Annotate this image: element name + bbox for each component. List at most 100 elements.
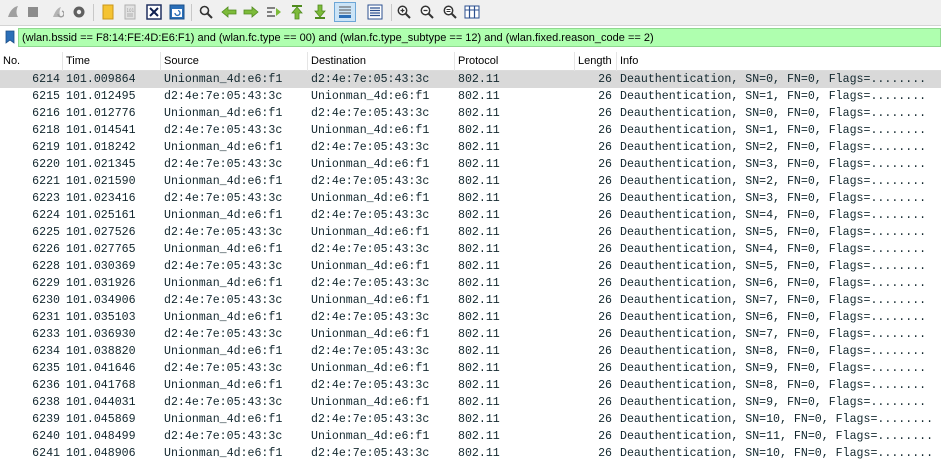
zoom-in-icon[interactable] [395, 3, 413, 21]
packet-row[interactable]: 6231 101.035103 Unionman_4d:e6:f1 d2:4e:7e:… [0, 309, 941, 326]
packet-length: 26 [598, 362, 612, 375]
packet-source: d2:4e:7e:05:43:3c [164, 226, 283, 239]
packet-destination: d2:4e:7e:05:43:3c [311, 345, 430, 358]
shark-fin-start-icon[interactable] [4, 3, 22, 21]
packet-info: Deauthentication, SN=2, FN=0, Flags=....… [620, 141, 927, 154]
packet-row[interactable]: 6241 101.048906 Unionman_4d:e6:f1 d2:4e:7e:… [0, 445, 941, 462]
go-forward-icon[interactable] [242, 3, 260, 21]
save-file-icon[interactable]: 101 [121, 3, 139, 21]
packet-row[interactable]: 6224 101.025161 Unionman_4d:e6:f1 d2:4e:7e:… [0, 207, 941, 224]
reload-file-icon[interactable] [168, 3, 186, 21]
packet-info: Deauthentication, SN=4, FN=0, Flags=....… [620, 243, 927, 256]
packet-row[interactable]: 6230 101.034906 d2:4e:7e:05:43:3c Unionman_… [0, 292, 941, 309]
packet-destination: d2:4e:7e:05:43:3c [311, 175, 430, 188]
display-filter-input[interactable] [18, 28, 941, 47]
bookmark-filter-icon[interactable] [2, 29, 17, 45]
packet-time: 101.038820 [66, 345, 136, 358]
packet-row[interactable]: 6226 101.027765 Unionman_4d:e6:f1 d2:4e:7e:… [0, 241, 941, 258]
packet-row[interactable]: 6236 101.041768 Unionman_4d:e6:f1 d2:4e:7e:… [0, 377, 941, 394]
restart-capture-icon[interactable] [48, 3, 66, 21]
packet-row[interactable]: 6223 101.023416 d2:4e:7e:05:43:3c Unionman_… [0, 190, 941, 207]
packet-row[interactable]: 6225 101.027526 d2:4e:7e:05:43:3c Unionman_… [0, 224, 941, 241]
packet-protocol: 802.11 [458, 396, 500, 409]
packet-number: 6236 [32, 379, 60, 392]
packet-length: 26 [598, 124, 612, 137]
packet-row[interactable]: 6214 101.009864 Unionman_4d:e6:f1 d2:4e:7e:… [0, 71, 941, 88]
packet-destination: Unionman_4d:e6:f1 [311, 396, 430, 409]
packet-time: 101.041646 [66, 362, 136, 375]
packet-protocol: 802.11 [458, 107, 500, 120]
packet-protocol: 802.11 [458, 413, 500, 426]
column-header-protocol[interactable]: Protocol [455, 52, 575, 71]
packet-number: 6235 [32, 362, 60, 375]
packet-source: d2:4e:7e:05:43:3c [164, 124, 283, 137]
packet-protocol: 802.11 [458, 124, 500, 137]
packet-info: Deauthentication, SN=5, FN=0, Flags=....… [620, 260, 927, 273]
packet-number: 6231 [32, 311, 60, 324]
column-header-length[interactable]: Length [575, 52, 617, 71]
packet-destination: d2:4e:7e:05:43:3c [311, 277, 430, 290]
colorize-icon[interactable] [364, 3, 386, 21]
packet-info: Deauthentication, SN=0, FN=0, Flags=....… [620, 73, 927, 86]
packet-list[interactable]: 6214 101.009864 Unionman_4d:e6:f1 d2:4e:7e:… [0, 71, 941, 466]
packet-row[interactable]: 6228 101.030369 d2:4e:7e:05:43:3c Unionman_… [0, 258, 941, 275]
packet-row[interactable]: 6233 101.036930 d2:4e:7e:05:43:3c Unionman_… [0, 326, 941, 343]
packet-source: d2:4e:7e:05:43:3c [164, 260, 283, 273]
packet-source: Unionman_4d:e6:f1 [164, 311, 283, 324]
packet-row[interactable]: 6215 101.012495 d2:4e:7e:05:43:3c Unionman_… [0, 88, 941, 105]
packet-number: 6218 [32, 124, 60, 137]
go-to-packet-icon[interactable] [265, 3, 283, 21]
go-first-packet-icon[interactable] [288, 3, 306, 21]
packet-source: Unionman_4d:e6:f1 [164, 447, 283, 460]
go-back-icon[interactable] [220, 3, 238, 21]
open-file-icon[interactable] [99, 3, 117, 21]
packet-source: Unionman_4d:e6:f1 [164, 175, 283, 188]
column-header-time[interactable]: Time [63, 52, 161, 71]
find-packet-icon[interactable] [197, 3, 215, 21]
normal-size-icon[interactable] [441, 3, 459, 21]
packet-row[interactable]: 6235 101.041646 d2:4e:7e:05:43:3c Unionman_… [0, 360, 941, 377]
packet-destination: d2:4e:7e:05:43:3c [311, 73, 430, 86]
packet-destination: Unionman_4d:e6:f1 [311, 226, 430, 239]
packet-destination: d2:4e:7e:05:43:3c [311, 311, 430, 324]
packet-row[interactable]: 6219 101.018242 Unionman_4d:e6:f1 d2:4e:7e:… [0, 139, 941, 156]
packet-row[interactable]: 6216 101.012776 Unionman_4d:e6:f1 d2:4e:7e:… [0, 105, 941, 122]
packet-destination: Unionman_4d:e6:f1 [311, 124, 430, 137]
column-header-source[interactable]: Source [161, 52, 308, 71]
packet-number: 6239 [32, 413, 60, 426]
main-toolbar: 101 [0, 0, 941, 26]
resize-columns-icon[interactable] [463, 3, 481, 21]
packet-row[interactable]: 6221 101.021590 Unionman_4d:e6:f1 d2:4e:7e:… [0, 173, 941, 190]
capture-options-icon[interactable] [70, 3, 88, 21]
packet-row[interactable]: 6238 101.044031 d2:4e:7e:05:43:3c Unionman_… [0, 394, 941, 411]
column-header-destination[interactable]: Destination [308, 52, 455, 71]
zoom-out-icon[interactable] [418, 3, 436, 21]
packet-row[interactable]: 6239 101.045869 Unionman_4d:e6:f1 d2:4e:7e:… [0, 411, 941, 428]
packet-destination: Unionman_4d:e6:f1 [311, 294, 430, 307]
packet-row[interactable]: 6218 101.014541 d2:4e:7e:05:43:3c Unionman_… [0, 122, 941, 139]
packet-row[interactable]: 6229 101.031926 Unionman_4d:e6:f1 d2:4e:7e:… [0, 275, 941, 292]
packet-destination: Unionman_4d:e6:f1 [311, 90, 430, 103]
go-last-packet-icon[interactable] [311, 3, 329, 21]
packet-length: 26 [598, 396, 612, 409]
packet-row[interactable]: 6240 101.048499 d2:4e:7e:05:43:3c Unionman_… [0, 428, 941, 445]
packet-row[interactable]: 6234 101.038820 Unionman_4d:e6:f1 d2:4e:7e:… [0, 343, 941, 360]
packet-info: Deauthentication, SN=1, FN=0, Flags=....… [620, 90, 927, 103]
packet-time: 101.023416 [66, 192, 136, 205]
packet-info: Deauthentication, SN=8, FN=0, Flags=....… [620, 345, 927, 358]
packet-row[interactable]: 6220 101.021345 d2:4e:7e:05:43:3c Unionman_… [0, 156, 941, 173]
packet-source: Unionman_4d:e6:f1 [164, 107, 283, 120]
packet-length: 26 [598, 294, 612, 307]
packet-number: 6224 [32, 209, 60, 222]
packet-protocol: 802.11 [458, 192, 500, 205]
stop-capture-icon[interactable] [24, 3, 42, 21]
column-header-no[interactable]: No. [0, 52, 63, 71]
display-filter-bar [0, 27, 941, 48]
autoscroll-icon[interactable] [334, 2, 356, 22]
column-header-info[interactable]: Info [617, 52, 941, 71]
packet-number: 6238 [32, 396, 60, 409]
packet-length: 26 [598, 107, 612, 120]
packet-number: 6240 [32, 430, 60, 443]
close-file-icon[interactable] [145, 3, 163, 21]
packet-source: Unionman_4d:e6:f1 [164, 73, 283, 86]
